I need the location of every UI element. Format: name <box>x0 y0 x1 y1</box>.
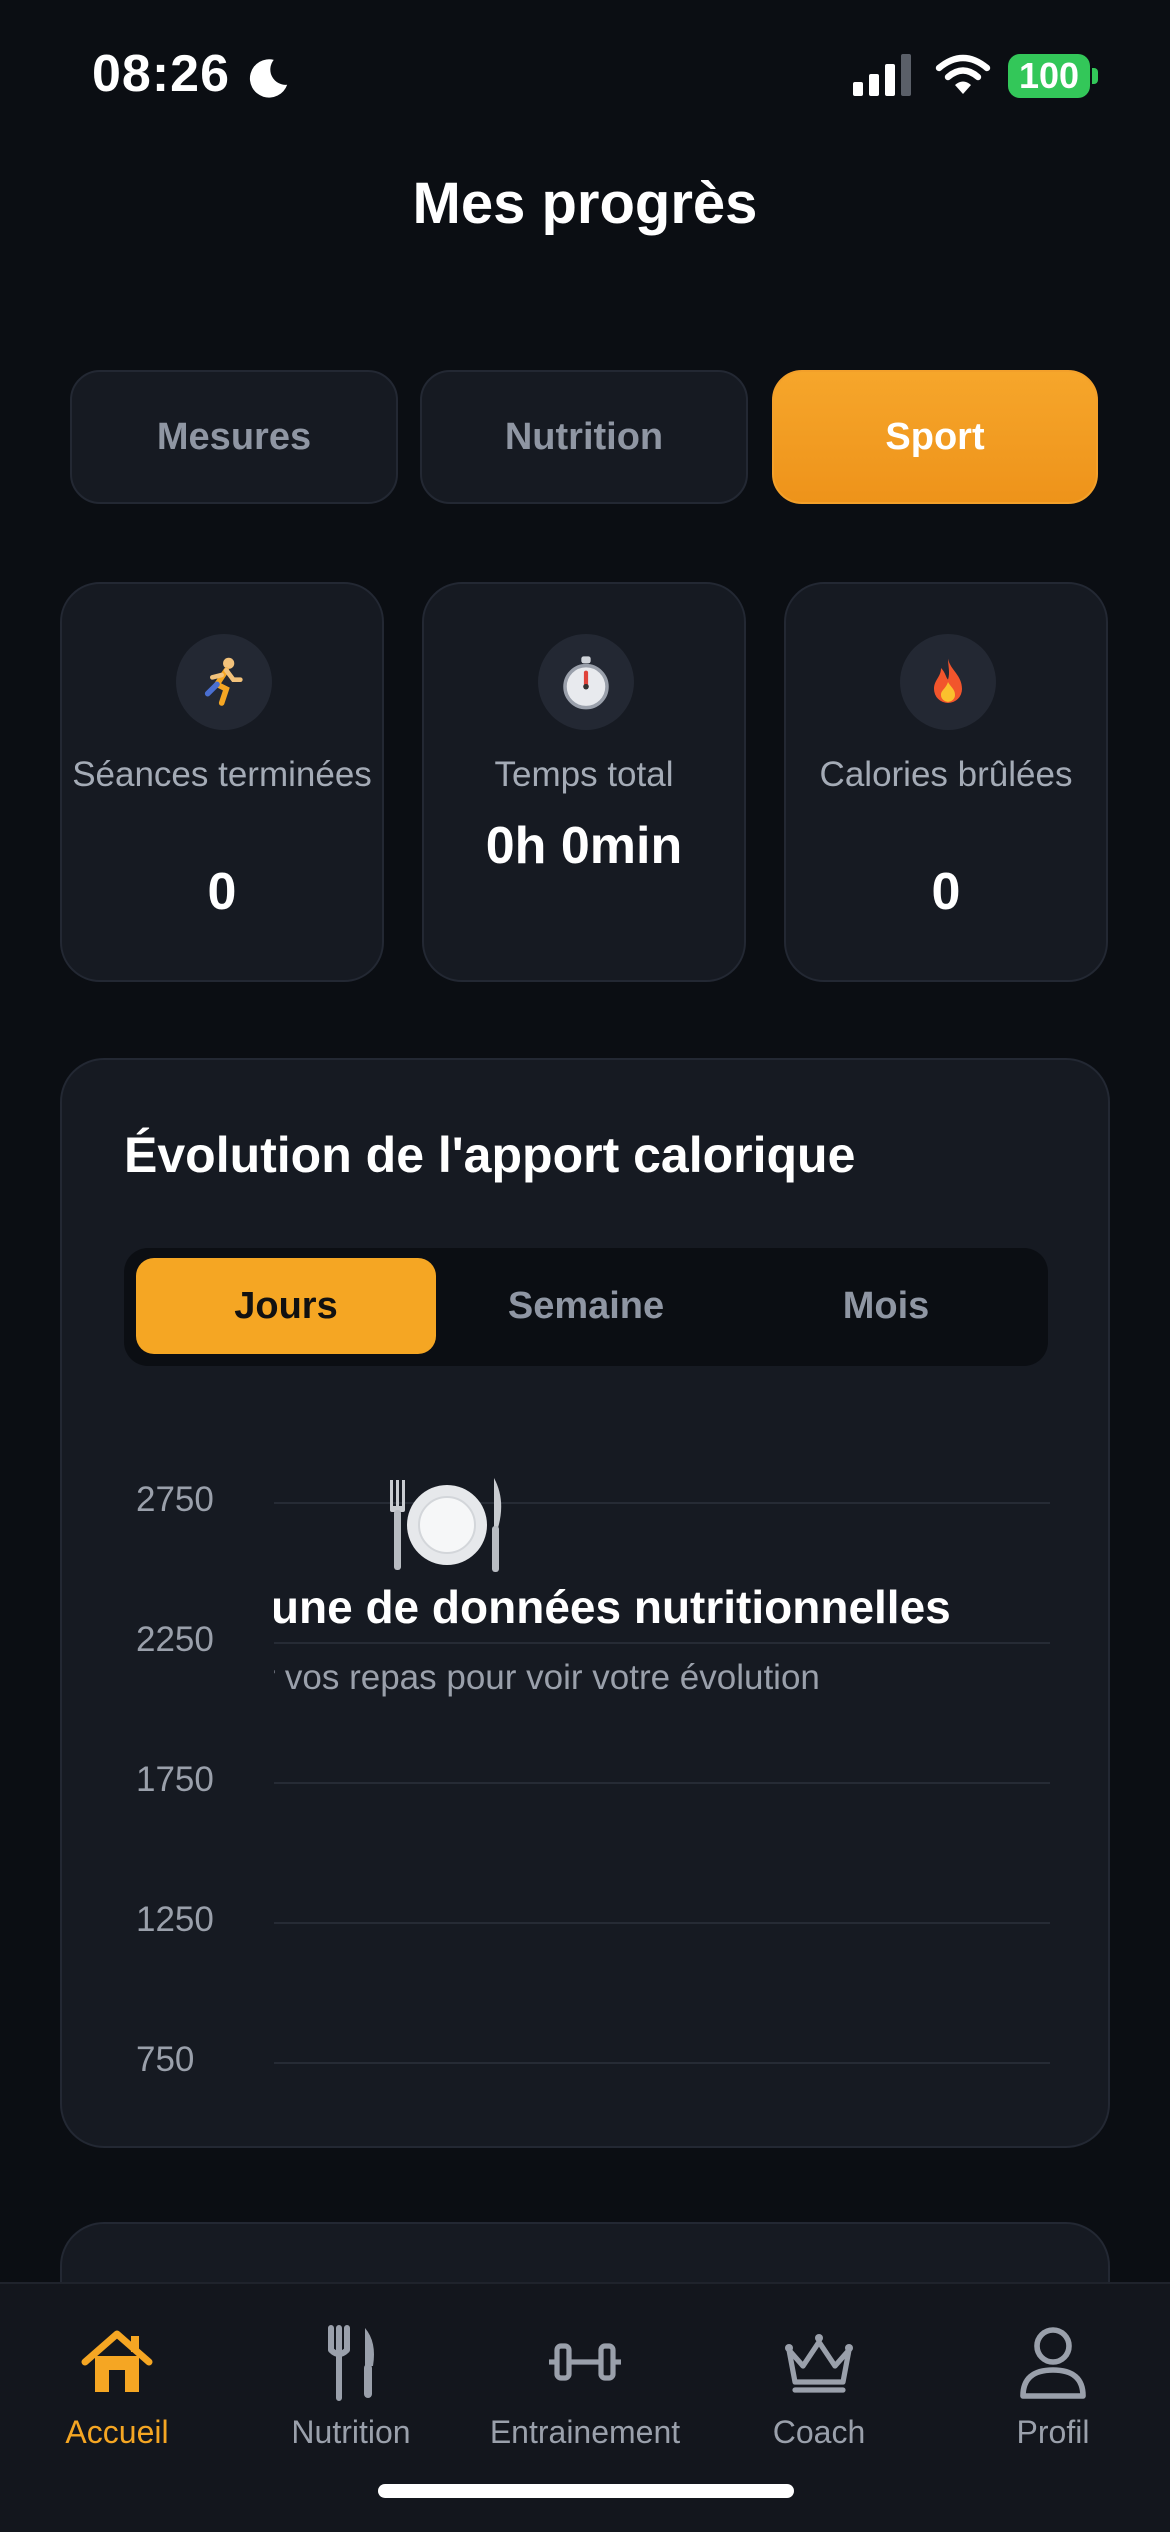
cellular-signal-icon <box>853 54 911 96</box>
nav-label: Profil <box>1016 2414 1090 2450</box>
stat-card-calories: Calories brûlées 0 <box>784 582 1108 982</box>
battery-nub <box>1092 68 1098 84</box>
period-selector: Jours Semaine Mois <box>124 1248 1048 1366</box>
battery-indicator: 100 <box>1008 54 1090 98</box>
wifi-icon <box>935 54 991 94</box>
period-days[interactable]: Jours <box>136 1258 436 1354</box>
nav-nutrition[interactable]: Nutrition <box>234 2304 468 2454</box>
crown-icon <box>785 2334 853 2393</box>
period-month[interactable]: Mois <box>736 1258 1036 1354</box>
y-tick-label: 750 <box>136 2040 195 2079</box>
nav-profil[interactable]: Profil <box>936 2304 1170 2454</box>
nav-label: Coach <box>772 2414 866 2450</box>
period-week[interactable]: Semaine <box>436 1258 736 1354</box>
empty-state-title: Aucune de données nutritionnelles <box>274 1581 951 1633</box>
nav-accueil[interactable]: Accueil <box>0 2304 234 2454</box>
grid-line <box>274 2062 1050 2064</box>
chart-plot-area: Aucune de données nutritionnelles Enregi… <box>62 1420 1108 2120</box>
status-time: 08:26 <box>92 45 230 103</box>
page-title: Mes progrès <box>412 171 758 236</box>
stat-label: Calories brûlées <box>819 755 1073 794</box>
stat-value: 0 <box>931 863 961 921</box>
tab-nutrition[interactable]: Nutrition <box>420 370 748 504</box>
fork-knife-icon <box>328 2325 374 2401</box>
home-indicator <box>378 2484 794 2498</box>
nav-label: Nutrition <box>291 2414 411 2450</box>
nav-label: Accueil <box>65 2414 169 2450</box>
y-tick-label: 2750 <box>136 1480 214 1519</box>
dumbbell-icon <box>549 2343 621 2381</box>
y-tick-label: 1750 <box>136 1760 214 1799</box>
moon-icon <box>249 59 288 98</box>
tab-sport[interactable]: Sport <box>772 370 1098 504</box>
grid-line <box>274 1922 1050 1924</box>
stat-label: Temps total <box>494 755 674 794</box>
fire-icon <box>900 634 996 730</box>
y-tick-label: 1250 <box>136 1900 214 1939</box>
stat-label: Séances terminées <box>72 755 372 794</box>
stat-card-total-time: Temps total 0h 0min <box>422 582 746 982</box>
chart-title: Évolution de l'apport calorique <box>124 1127 856 1183</box>
person-icon <box>1020 2327 1086 2399</box>
nav-label: Entrainement <box>489 2414 681 2450</box>
home-icon <box>81 2330 153 2392</box>
nav-coach[interactable]: Coach <box>702 2304 936 2454</box>
calorie-chart-card: Évolution de l'apport calorique Jours Se… <box>60 1058 1110 2148</box>
stat-value: 0h 0min <box>485 817 683 875</box>
grid-line <box>274 1782 1050 1784</box>
stat-card-sessions: Séances terminées 0 <box>60 582 384 982</box>
empty-state-subtitle: Enregistrer vos repas pour voir votre év… <box>274 1658 820 1697</box>
tab-mesures[interactable]: Mesures <box>70 370 398 504</box>
stopwatch-icon <box>538 634 634 730</box>
runner-icon <box>176 634 272 730</box>
status-bar: 08:26 100 <box>0 0 1170 150</box>
nav-entrainement[interactable]: Entrainement <box>468 2304 702 2454</box>
y-tick-label: 2250 <box>136 1620 214 1659</box>
empty-state: Aucune de données nutritionnelles Enregi… <box>274 1580 1050 1780</box>
plate-cutlery-icon <box>390 1478 502 1572</box>
stat-value: 0 <box>207 863 237 921</box>
